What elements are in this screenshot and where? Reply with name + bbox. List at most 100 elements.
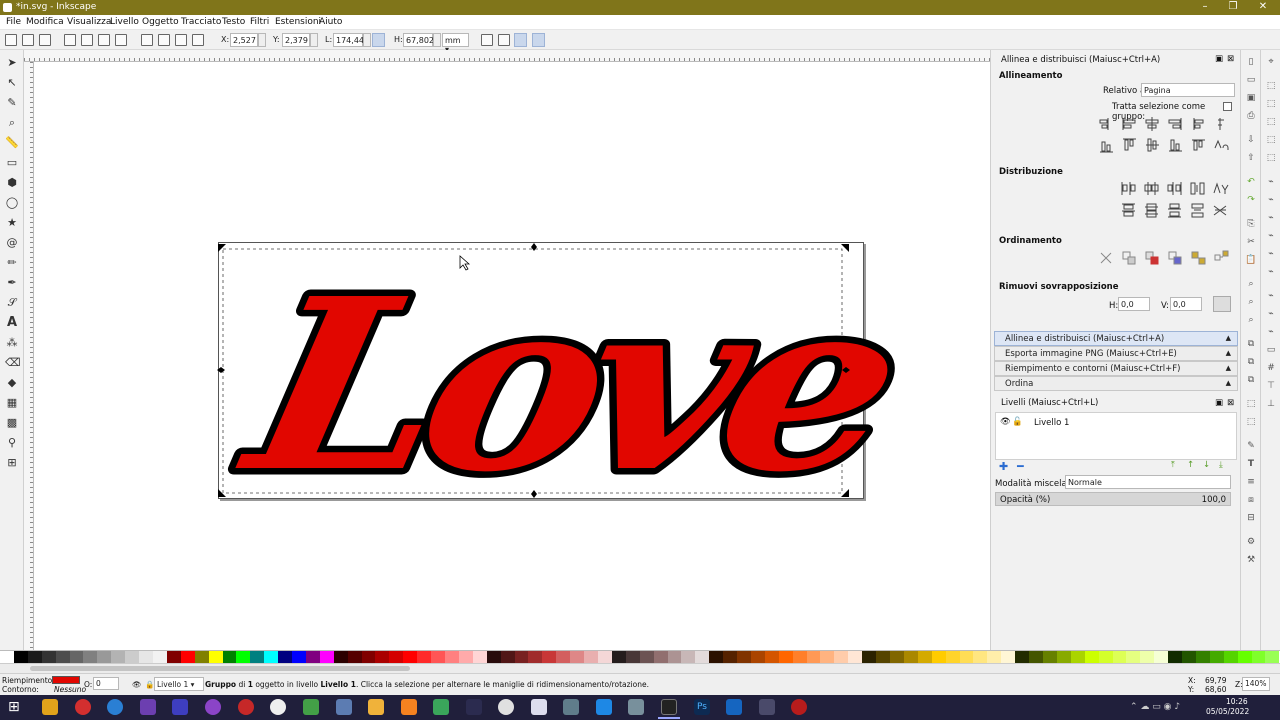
raise-to-top-icon[interactable] [141, 34, 153, 46]
snap-intersections-icon[interactable]: ⌁ [1265, 212, 1277, 224]
zoom-page-icon[interactable]: ⌕ [1245, 314, 1257, 326]
pen-tool-icon[interactable]: ✒ [5, 276, 19, 290]
treat-as-group-checkbox[interactable] [1223, 102, 1232, 111]
layer-lock-icon[interactable]: 🔒 [145, 680, 154, 689]
transform-gradients-button[interactable] [514, 33, 527, 47]
snap-cusp-nodes-icon[interactable]: ⌁ [1265, 230, 1277, 242]
layers-close-icon[interactable]: ⊠ [1227, 398, 1234, 408]
snap-grid-icon[interactable]: # [1265, 362, 1277, 374]
new-document-icon[interactable]: ▯ [1245, 56, 1257, 68]
calculator-icon[interactable] [759, 699, 775, 715]
app-icon-18[interactable] [596, 699, 612, 715]
measure-tool-icon[interactable]: 📏 [5, 136, 19, 150]
menu-visualizza[interactable]: Visualizza [67, 17, 111, 27]
layer-lower-icon[interactable]: ↓ [1203, 460, 1210, 470]
xml-editor-icon[interactable]: ⧈ [1245, 494, 1257, 506]
handle-left[interactable] [217, 367, 225, 373]
app-icon-19[interactable] [628, 699, 644, 715]
pencil-tool-icon[interactable]: ✏ [5, 256, 19, 270]
height-field[interactable]: 67,802 [403, 33, 434, 47]
file-explorer-icon[interactable] [42, 699, 58, 715]
dock-tab-align[interactable]: Allinea e distribuisci (Maiusc+Ctrl+A) ▲ [994, 331, 1238, 346]
handle-bottom-left[interactable] [218, 489, 226, 497]
remove-overlap-button[interactable] [1213, 296, 1231, 312]
clock-date[interactable]: 05/05/2022 [1206, 707, 1249, 716]
app-icon-7[interactable] [238, 699, 254, 715]
dock-tab-order[interactable]: Ordina ▲ [994, 376, 1238, 391]
app-icon-24[interactable] [791, 699, 807, 715]
dock-tab-fill-stroke[interactable]: Riempimento e contorni (Maiusc+Ctrl+F) ▲ [994, 361, 1238, 376]
document-properties-icon[interactable]: ⚙ [1245, 536, 1257, 548]
snap-bbox-midpoints-icon[interactable]: ⬚ [1265, 134, 1277, 146]
clock-time[interactable]: 10:26 [1226, 697, 1248, 706]
app-icon-8[interactable] [270, 699, 286, 715]
snap-others-icon[interactable]: ⊥ [1265, 398, 1277, 410]
flip-vertical-icon[interactable] [115, 34, 127, 46]
maximize-button[interactable]: ❐ [1226, 1, 1240, 13]
eraser-tool-icon[interactable]: ⌫ [5, 356, 21, 370]
snap-nodes-icon[interactable]: ⌁ [1265, 176, 1277, 188]
vertical-ruler[interactable] [24, 62, 34, 650]
app-icon-14[interactable] [466, 699, 482, 715]
snap-bbox-icon[interactable]: ⬚ [1265, 80, 1277, 92]
visual-studio-icon[interactable] [140, 699, 156, 715]
align-buttons[interactable] [1099, 116, 1237, 158]
menu-tracciato[interactable]: Tracciato [181, 17, 221, 27]
print-icon[interactable]: ⎙ [1245, 110, 1257, 122]
align-dialog-icon[interactable]: ⊟ [1245, 512, 1257, 524]
unit-select[interactable]: mm ▾ [442, 33, 469, 54]
height-spinner[interactable] [433, 33, 441, 47]
rotate-ccw-icon[interactable] [64, 34, 76, 46]
snap-centers-icon[interactable]: ⌁ [1265, 290, 1277, 302]
spray-tool-icon[interactable]: ⁂ [5, 336, 19, 350]
edge-icon[interactable] [107, 699, 123, 715]
blend-mode-select[interactable]: Normale [1065, 475, 1231, 489]
group-icon[interactable]: ⬚ [1245, 398, 1257, 410]
flip-horizontal-icon[interactable] [98, 34, 110, 46]
deselect-icon[interactable] [39, 34, 51, 46]
save-icon[interactable]: ▣ [1245, 92, 1257, 104]
visibility-eye-icon[interactable]: 👁 [1000, 417, 1011, 427]
open-icon[interactable]: ▭ [1245, 74, 1257, 86]
copy-icon[interactable]: ⎘ [1245, 218, 1257, 230]
lower-to-bottom-icon[interactable] [192, 34, 204, 46]
zoom-tool-icon[interactable]: ⌕ [5, 116, 19, 130]
layer-raise-top-icon[interactable]: ⤒ [1171, 460, 1175, 470]
photoshop-icon[interactable]: Ps [694, 699, 710, 715]
3d-box-tool-icon[interactable]: ⬢ [5, 176, 19, 190]
app-icon-17[interactable] [563, 699, 579, 715]
menu-file[interactable]: File [6, 17, 21, 27]
menu-aiuto[interactable]: Aiuto [319, 17, 342, 27]
width-field[interactable]: 174,443 [333, 33, 369, 47]
overlap-h-field[interactable]: 0,0 [1118, 297, 1150, 311]
clone-icon[interactable]: ⧉ [1245, 356, 1257, 368]
snap-bbox-edges-icon[interactable]: ⬚ [1265, 98, 1277, 110]
import-icon[interactable]: ⇩ [1245, 134, 1257, 146]
snap-midpoints-icon[interactable]: ⌁ [1265, 266, 1277, 278]
scale-corners-icon[interactable] [498, 34, 510, 46]
rectangle-tool-icon[interactable]: ▭ [5, 156, 19, 170]
canvas[interactable]: Love Love [34, 62, 990, 650]
overlap-v-field[interactable]: 0,0 [1170, 297, 1202, 311]
panel-close-icon[interactable]: ⊠ [1227, 54, 1234, 64]
artwork-svg[interactable]: Love Love [34, 62, 990, 650]
menu-filtri[interactable]: Filtri [250, 17, 269, 27]
cut-icon[interactable]: ✂ [1245, 236, 1257, 248]
zoom-field[interactable]: 140% [1242, 677, 1270, 691]
select-all-icon[interactable] [5, 34, 17, 46]
ungroup-icon[interactable]: ⬚ [1245, 416, 1257, 428]
fill-stroke-icon[interactable]: ✎ [1245, 440, 1257, 452]
app-icon-13[interactable] [433, 699, 449, 715]
text-tool-icon[interactable]: A [5, 316, 19, 330]
unlink-clone-icon[interactable]: ⧉ [1245, 374, 1257, 386]
scrollbar-thumb[interactable] [30, 666, 410, 671]
transform-patterns-button[interactable] [532, 33, 545, 47]
star-tool-icon[interactable]: ★ [5, 216, 19, 230]
close-button[interactable]: ✕ [1256, 1, 1270, 13]
opera-icon[interactable] [75, 699, 91, 715]
snap-bbox-corners-icon[interactable]: ⬚ [1265, 116, 1277, 128]
width-spinner[interactable] [363, 33, 371, 47]
snap-paths-icon[interactable]: ⌁ [1265, 194, 1277, 206]
opacity-field[interactable]: 0 [93, 677, 119, 690]
opacity-slider[interactable]: Opacità (%) 100,0 [995, 492, 1231, 506]
